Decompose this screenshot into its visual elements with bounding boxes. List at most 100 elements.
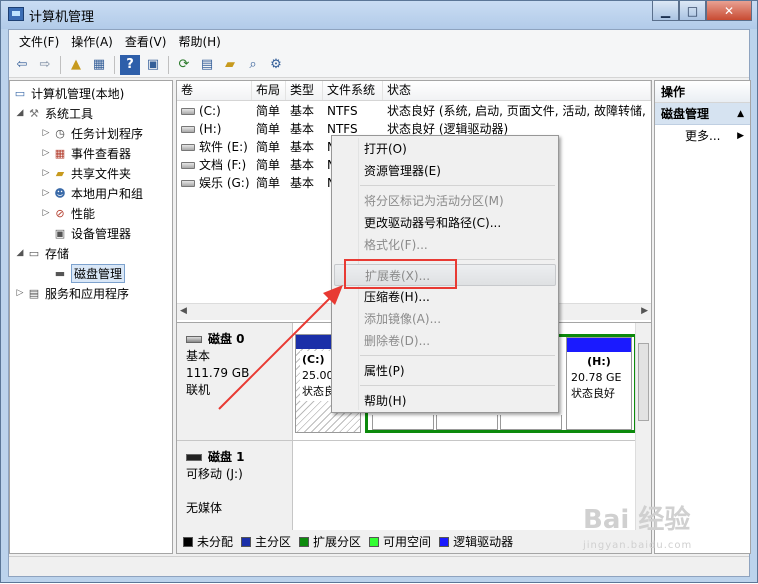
console-tree: ▭ 计算机管理(本地) ◢ ⚒ 系统工具 ▷ ◷ 任务计划程序 ▷ ▦ 事件查看… <box>9 80 173 554</box>
tree-item-task-scheduler[interactable]: ▷ ◷ 任务计划程序 <box>40 123 143 143</box>
type-cell: 基本 <box>290 140 315 154</box>
collapse-up-icon[interactable]: ▲ <box>737 103 744 125</box>
disk-1-type: 可移动 (J:) <box>186 467 243 481</box>
toolbar-separator <box>114 55 115 74</box>
layout-cell: 简单 <box>256 104 281 118</box>
expand-icon[interactable]: ▷ <box>40 188 52 198</box>
scroll-right-icon[interactable]: ▶ <box>641 306 648 316</box>
settings-icon[interactable]: ⚙ <box>266 55 286 75</box>
partition-block[interactable] <box>372 415 434 430</box>
baidu-watermark: Bai 经验 jingyan.baidu.com <box>583 507 733 551</box>
menu-item-open[interactable]: 打开(O) <box>334 138 556 160</box>
tree-item-performance[interactable]: ▷ ⊘ 性能 <box>40 203 95 223</box>
tree-item-storage[interactable]: ◢ ▭ 存储 <box>14 243 69 263</box>
column-header-type[interactable]: 类型 <box>286 81 323 100</box>
menu-view[interactable]: 查看(V) <box>119 33 173 50</box>
actions-more[interactable]: 更多... ▶ <box>655 125 750 147</box>
up-folder-icon[interactable]: ▲ <box>66 55 86 75</box>
legend-label: 未分配 <box>197 535 234 549</box>
legend: 未分配 主分区 扩展分区 可用空间 逻辑驱动器 <box>177 530 651 553</box>
disk-area-scrollbar[interactable] <box>635 323 651 530</box>
table-row[interactable]: (C:) 简单 基本 NTFS 状态良好 (系统, 启动, 页面文件, 活动, … <box>177 102 651 120</box>
tree-item-disk-management[interactable]: ▬ 磁盘管理 <box>52 263 126 283</box>
menu-help[interactable]: 帮助(H) <box>172 33 226 50</box>
disk-0-info[interactable]: 磁盘 0 基本 111.79 GB 联机 <box>177 323 293 440</box>
actions-section-label: 磁盘管理 <box>661 107 710 121</box>
console-tree-icon[interactable]: ▦ <box>89 55 109 75</box>
actions-section-disk-management[interactable]: 磁盘管理 ▲ <box>655 103 750 125</box>
drive-icon <box>181 108 195 115</box>
minimize-button[interactable]: ▁ <box>652 1 679 21</box>
tree-item-local-users[interactable]: ▷ ☻ 本地用户和组 <box>40 183 143 203</box>
tree-item-services-apps[interactable]: ▷ ▤ 服务和应用程序 <box>14 283 129 303</box>
disk-1-name: 磁盘 1 <box>208 450 245 464</box>
menu-item-format[interactable]: 格式化(F)... <box>334 234 556 256</box>
menu-action[interactable]: 操作(A) <box>65 33 119 50</box>
partition-block[interactable] <box>500 415 562 430</box>
menu-item-explorer[interactable]: 资源管理器(E) <box>334 160 556 182</box>
close-button[interactable]: ✕ <box>706 1 752 21</box>
computer-management-window: 计算机管理 ▁ □ ✕ 文件(F) 操作(A) 查看(V) 帮助(H) ⇦ ⇨ … <box>0 0 758 583</box>
computer-icon: ▭ <box>14 86 26 100</box>
menu-file[interactable]: 文件(F) <box>13 33 65 50</box>
partition-h[interactable]: (H:) 20.78 GE 状态良好 <box>566 337 632 430</box>
services-icon: ▤ <box>28 286 40 300</box>
event-viewer-icon: ▦ <box>54 146 66 160</box>
expand-icon[interactable]: ▷ <box>40 128 52 138</box>
menu-item-add-mirror[interactable]: 添加镜像(A)... <box>334 308 556 330</box>
tree-label: 事件查看器 <box>71 146 132 161</box>
volume-name: (H:) <box>199 122 222 136</box>
back-arrow-icon[interactable]: ⇦ <box>12 55 32 75</box>
column-header-layout[interactable]: 布局 <box>252 81 286 100</box>
layout-cell: 简单 <box>256 122 281 136</box>
volume-cell: (C:) <box>181 102 251 120</box>
tree-item-device-manager[interactable]: ▣ 设备管理器 <box>52 223 131 243</box>
maximize-button[interactable]: □ <box>679 1 706 21</box>
tree-item-root[interactable]: ▭ 计算机管理(本地) <box>12 83 125 103</box>
search-icon[interactable]: ⌕ <box>243 55 263 75</box>
menu-item-delete[interactable]: 删除卷(D)... <box>334 330 556 352</box>
open-folder-icon[interactable]: ▰ <box>220 55 240 75</box>
tree-label: 计算机管理(本地) <box>31 86 125 101</box>
partition-block[interactable] <box>436 415 498 430</box>
refresh-icon[interactable]: ⟳ <box>174 55 194 75</box>
forward-arrow-icon[interactable]: ⇨ <box>35 55 55 75</box>
collapse-icon[interactable]: ◢ <box>14 108 26 118</box>
disk-1-info[interactable]: 磁盘 1 可移动 (J:) 无媒体 <box>177 441 293 530</box>
tree-item-shared-folders[interactable]: ▷ ▰ 共享文件夹 <box>40 163 131 183</box>
scrollbar-thumb[interactable] <box>638 343 649 421</box>
action-pane-icon[interactable]: ▣ <box>143 55 163 75</box>
tree-item-event-viewer[interactable]: ▷ ▦ 事件查看器 <box>40 143 131 163</box>
tree-label: 本地用户和组 <box>71 186 144 201</box>
properties-icon[interactable]: ▤ <box>197 55 217 75</box>
clock-icon: ◷ <box>55 126 65 140</box>
column-header-volume[interactable]: 卷 <box>177 81 252 100</box>
menu-separator <box>360 385 555 386</box>
menu-item-mark-active[interactable]: 将分区标记为活动分区(M) <box>334 190 556 212</box>
scroll-left-icon[interactable]: ◀ <box>180 306 187 316</box>
legend-label: 扩展分区 <box>313 535 362 549</box>
menu-item-properties[interactable]: 属性(P) <box>334 360 556 382</box>
toolbar-separator <box>60 55 61 74</box>
tree-item-system-tools[interactable]: ◢ ⚒ 系统工具 <box>14 103 93 123</box>
layout-cell: 简单 <box>256 158 281 172</box>
collapse-icon[interactable]: ◢ <box>14 248 26 258</box>
legend-item: 可用空间 <box>369 533 431 550</box>
legend-label: 逻辑驱动器 <box>453 535 514 549</box>
legend-swatch <box>241 536 252 547</box>
column-header-filesystem[interactable]: 文件系统 <box>323 81 383 100</box>
expand-icon[interactable]: ▷ <box>40 148 52 158</box>
legend-item: 未分配 <box>183 533 233 550</box>
users-icon: ☻ <box>54 186 66 200</box>
menu-item-help[interactable]: 帮助(H) <box>334 390 556 412</box>
menu-item-change-letter[interactable]: 更改驱动器号和路径(C)... <box>334 212 556 234</box>
watermark-brand: Bai 经验 <box>583 505 691 535</box>
legend-swatch <box>439 536 450 547</box>
expand-icon[interactable]: ▷ <box>14 288 26 298</box>
help-icon[interactable]: ? <box>120 54 140 75</box>
expand-icon[interactable]: ▷ <box>40 208 52 218</box>
menu-item-shrink[interactable]: 压缩卷(H)... <box>334 286 556 308</box>
column-header-status[interactable]: 状态 <box>383 81 651 100</box>
expand-icon[interactable]: ▷ <box>40 168 52 178</box>
